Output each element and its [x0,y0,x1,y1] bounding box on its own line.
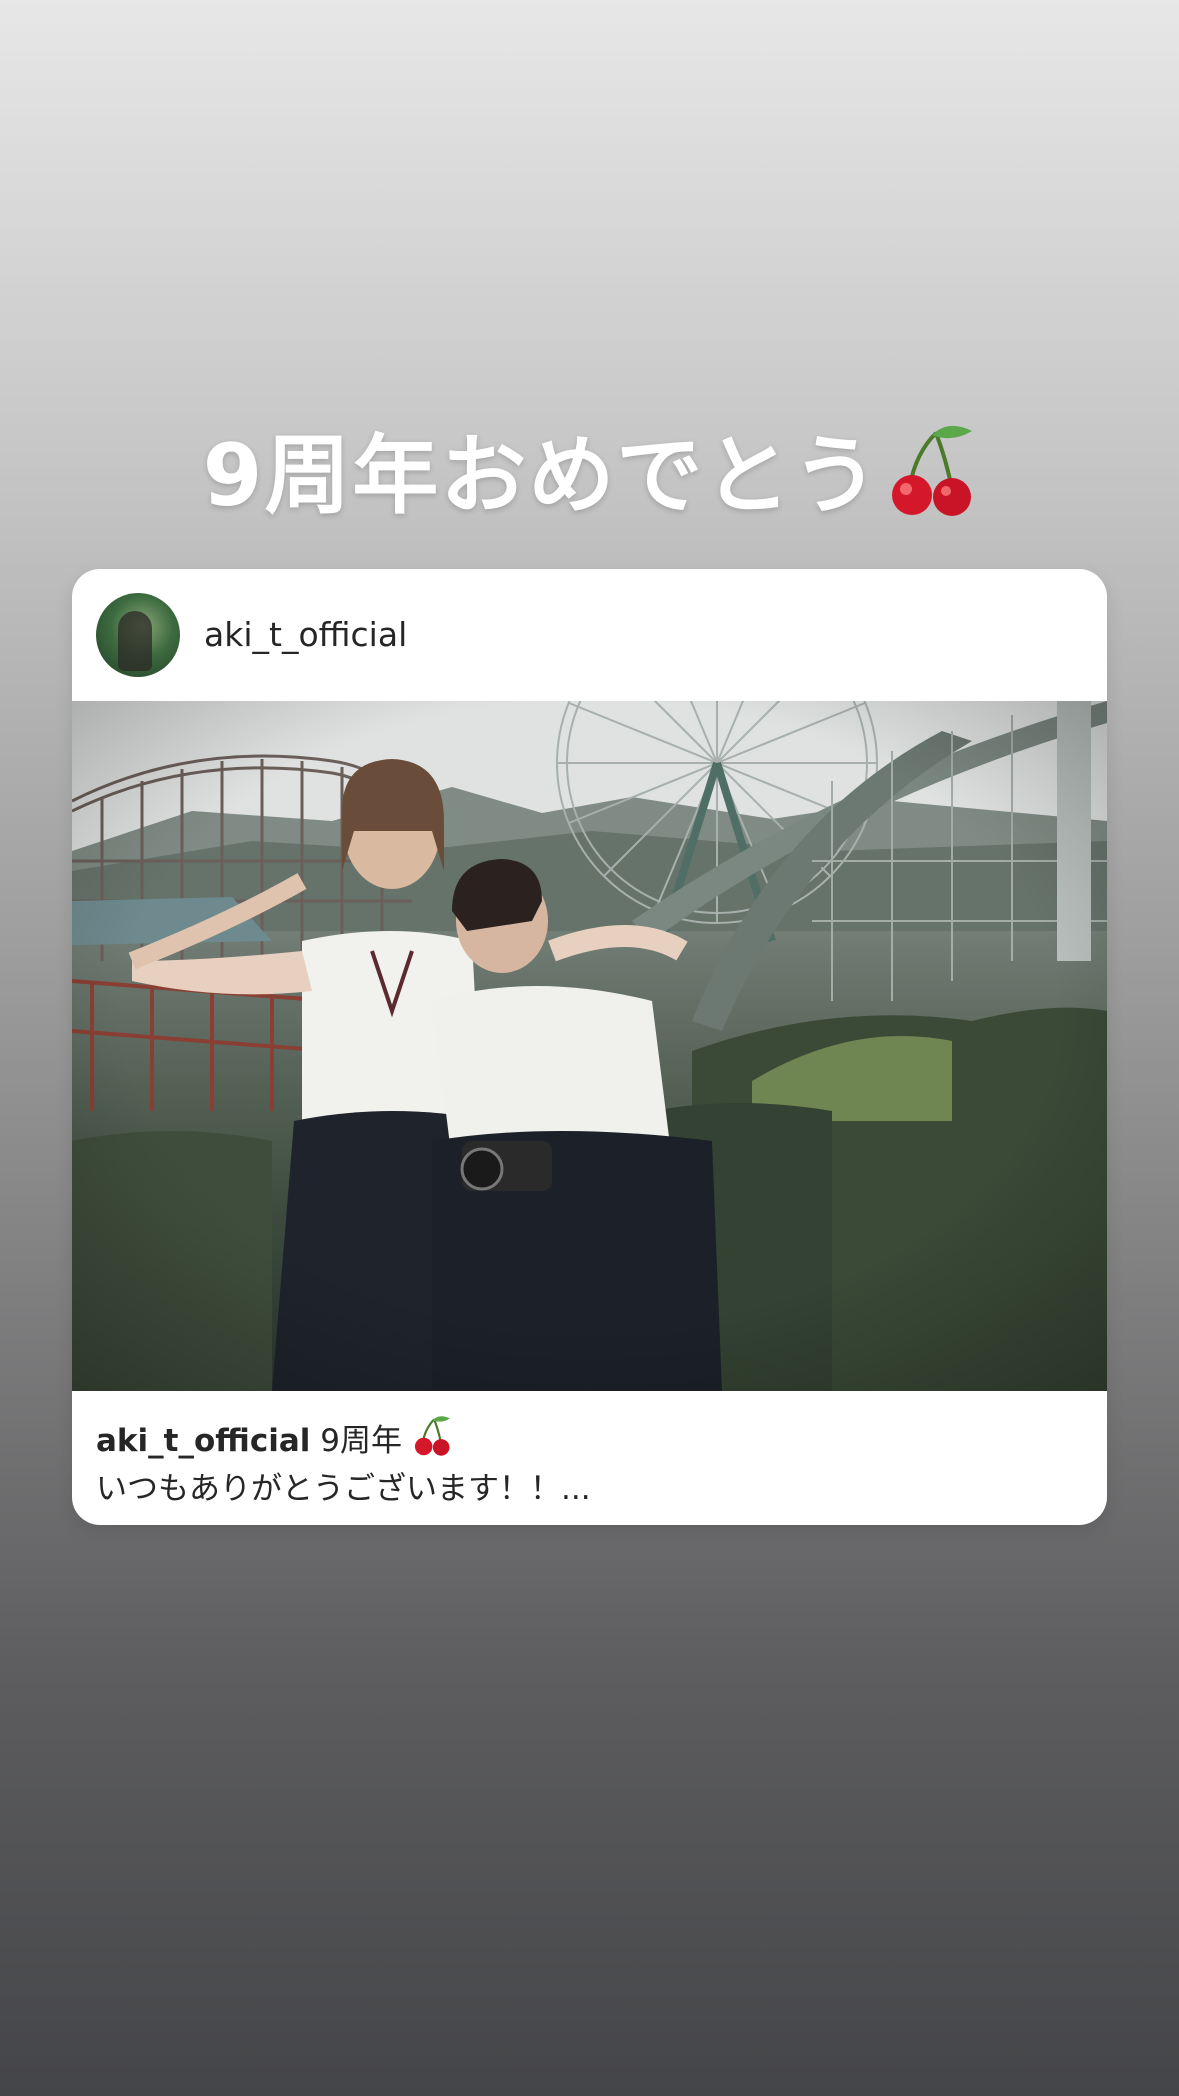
avatar[interactable] [96,593,180,677]
caption-username[interactable]: aki_t_official [96,1423,310,1459]
story-caption: 9周年おめでとう [0,405,1179,540]
post-photo-illustration [72,701,1107,1391]
caption-text-line1: 9周年 [320,1423,402,1459]
post-caption[interactable]: aki_t_official 9周年 いつもありがとうございます！！... [96,1415,1086,1510]
post-caption-line1: aki_t_official 9周年 [96,1415,1086,1468]
cherry-icon [412,1415,452,1468]
story-caption-text: 9周年おめでとう [202,426,881,526]
cherry-icon [886,423,976,540]
post-header[interactable]: aki_t_official [72,569,1107,701]
caption-text-line2: いつもありがとうございます！！... [96,1471,591,1507]
post-photo[interactable] [72,701,1107,1391]
shared-post-card[interactable]: aki_t_official aki_t_official 9周年 いつもありが… [72,569,1107,1525]
post-username[interactable]: aki_t_official [204,615,407,654]
